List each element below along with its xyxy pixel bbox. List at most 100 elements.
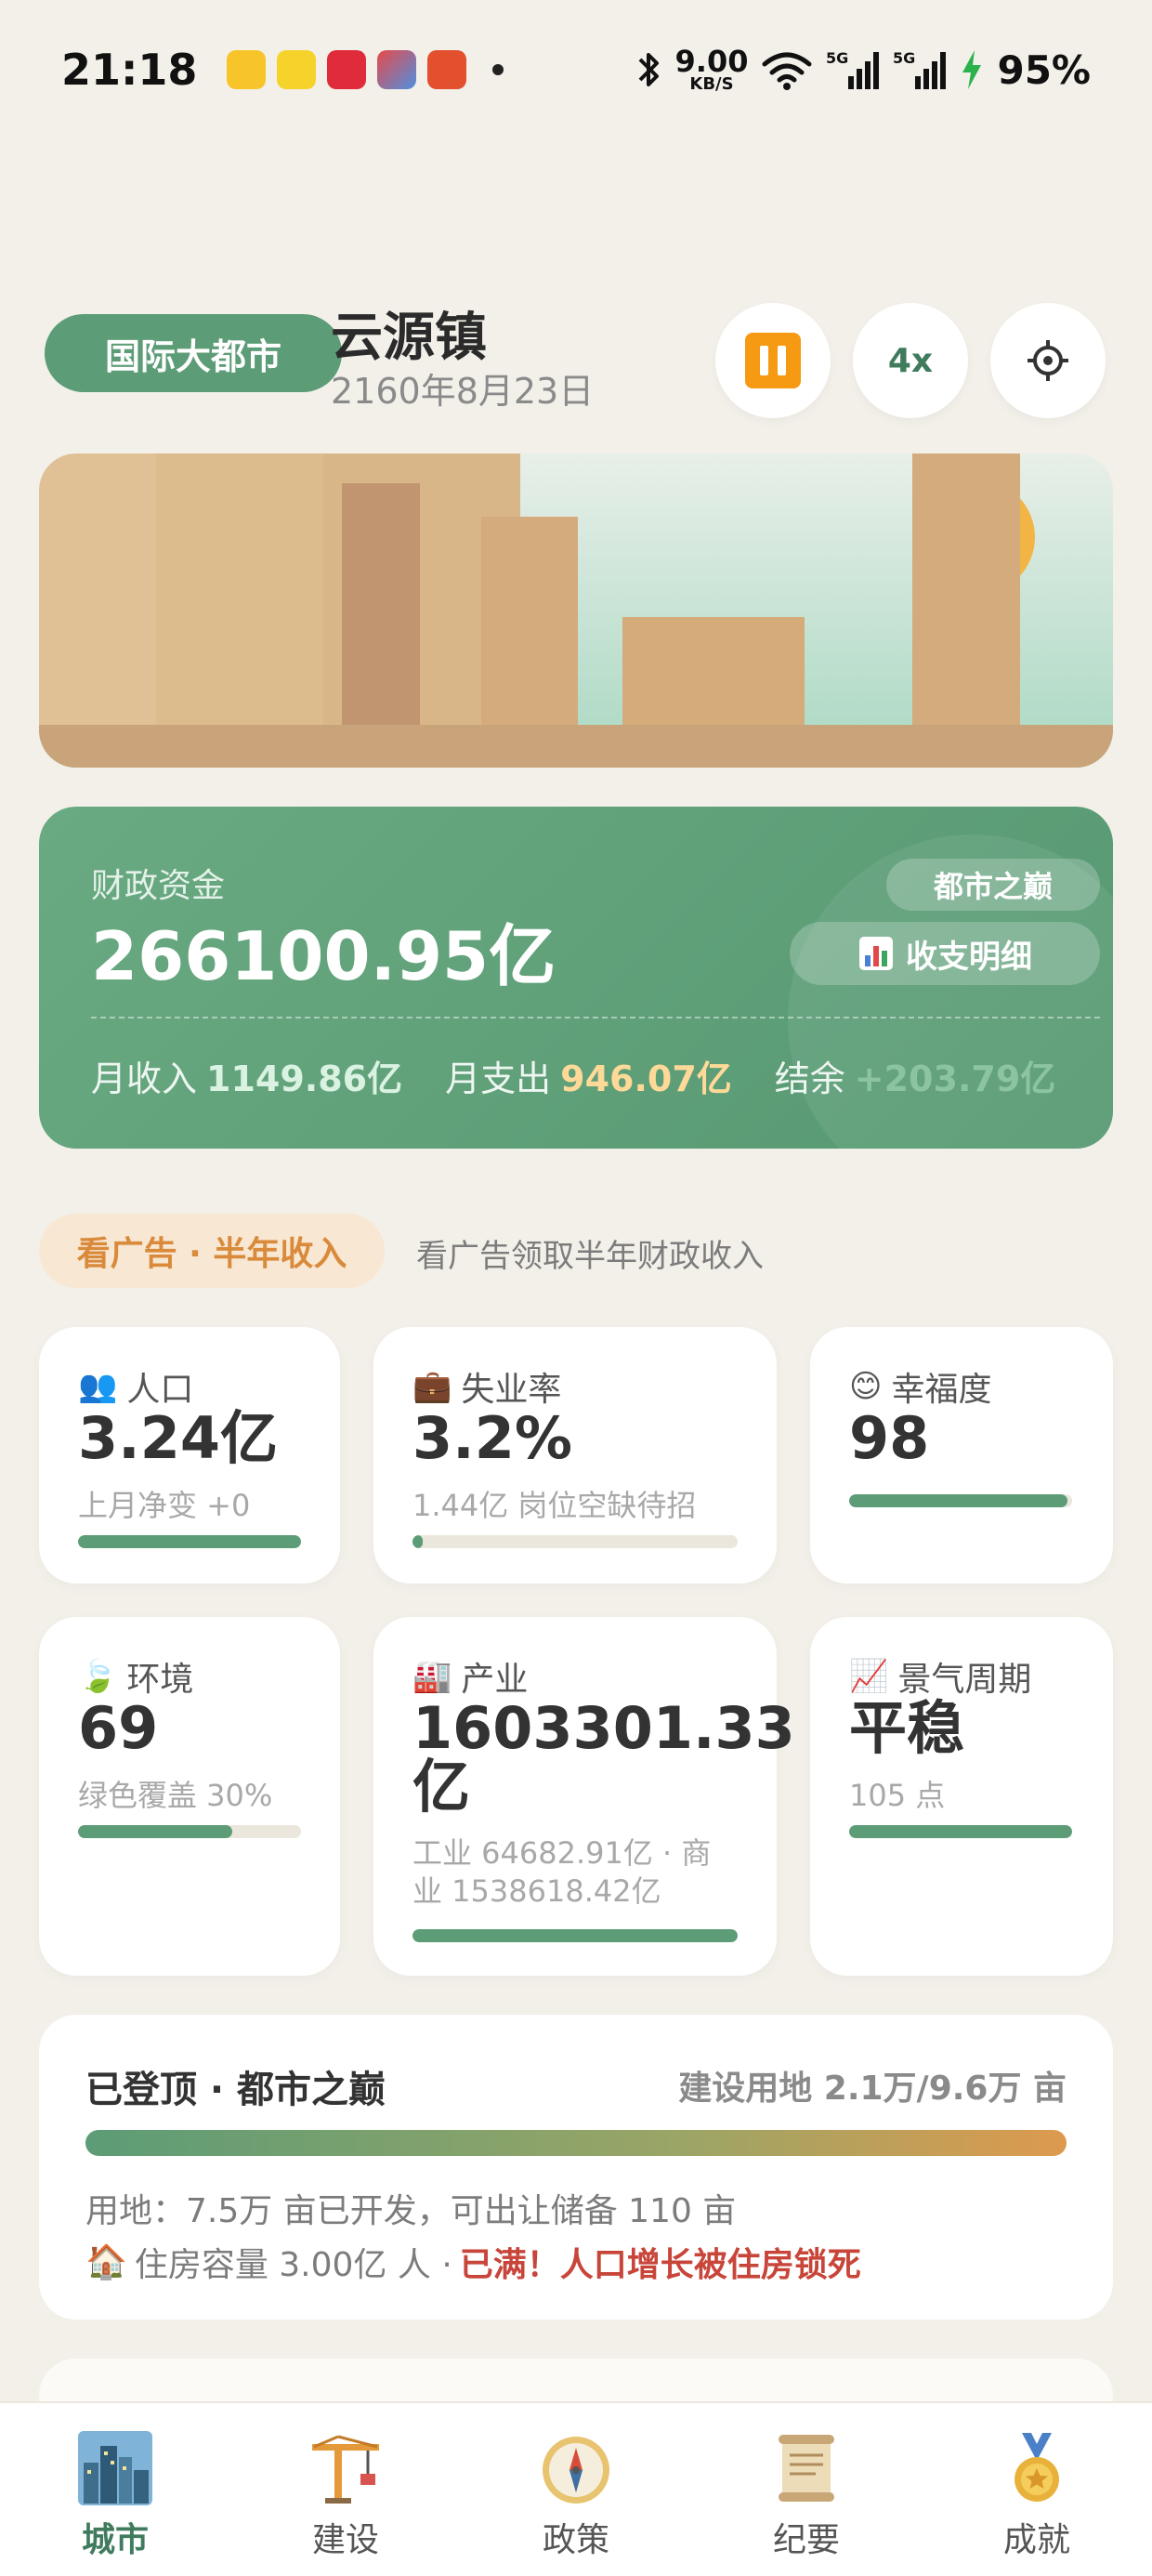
pause-button[interactable] — [715, 303, 831, 418]
housing-full-warning: 已满！人口增长被住房锁死 — [459, 2246, 861, 2284]
happiness-card[interactable]: 😊 幸福度 98 — [810, 1327, 1113, 1584]
housing-capacity-text: 住房容量 3.00亿 人 · — [134, 2246, 452, 2284]
nav-tab-build[interactable]: 建设 — [253, 2429, 439, 2561]
treasury-amount: 266100.95亿 — [91, 917, 556, 995]
economy-progress-fill — [849, 1825, 1072, 1838]
unemployment-value: 3.2% — [412, 1404, 572, 1472]
happiness-progress-fill — [849, 1494, 1068, 1507]
settings-button[interactable] — [990, 303, 1106, 418]
industry-card[interactable]: 🏭 产业 1603301.33 亿 工业 64682.91亿 · 商 业 153… — [373, 1617, 795, 1976]
smile-icon: 😊 — [849, 1368, 883, 1405]
network-speed: 9.00 KB/S — [674, 44, 749, 94]
nav-tab-city[interactable]: 城市 — [22, 2429, 208, 2561]
summit-title: 已登顶 · 都市之巅 — [85, 2069, 386, 2111]
environment-value: 69 — [78, 1694, 159, 1762]
economy-points: 105 点 — [849, 1778, 946, 1813]
charging-icon — [962, 50, 982, 89]
job-vacancies: 1.44亿 岗位空缺待招 — [412, 1488, 697, 1523]
battery-level: 95% — [997, 46, 1091, 93]
nav-label: 城市 — [81, 2521, 149, 2559]
nav-tab-records[interactable]: 纪要 — [713, 2429, 899, 2561]
trend-chart-icon: 📈 — [849, 1658, 889, 1695]
economy-status: 平稳 — [849, 1694, 965, 1762]
environment-card[interactable]: 🍃 环境 69 绿色覆盖 30% — [39, 1617, 340, 1976]
bottom-navigation: 城市 建设 政策 纪要 成就 — [0, 2401, 1152, 2576]
app-notification-icon — [327, 50, 367, 89]
finance-detail-label: 收支明细 — [906, 938, 1032, 976]
unemployment-progress-bar — [412, 1535, 738, 1548]
population-progress-bar — [78, 1535, 301, 1548]
balance-label: 结余 — [774, 1058, 845, 1099]
population-value: 3.24亿 — [78, 1404, 278, 1472]
environment-progress-fill — [78, 1825, 232, 1838]
income-value: 1149.86亿 — [206, 1058, 403, 1099]
nav-label: 建设 — [311, 2521, 379, 2559]
industry-value: 1603301.33 亿 — [412, 1694, 795, 1821]
finance-detail-button[interactable]: 收支明细 — [790, 922, 1100, 985]
nav-tab-policy[interactable]: 政策 — [483, 2429, 669, 2561]
city-tier-badge: 都市之巅 — [886, 859, 1100, 911]
expense-label: 月支出 — [445, 1058, 552, 1099]
expense-value: 946.07亿 — [560, 1058, 732, 1099]
economy-progress-bar — [849, 1825, 1072, 1838]
unemployment-progress-fill — [412, 1535, 424, 1548]
nav-tab-achievements[interactable]: 成就 — [944, 2429, 1130, 2561]
nav-label: 成就 — [1002, 2521, 1070, 2559]
industry-breakdown: 工业 64682.91亿 · 商 业 1538618.42亿 — [412, 1835, 712, 1909]
notification-icons — [227, 50, 504, 89]
crane-icon — [312, 2435, 379, 2504]
more-notifications-dot — [492, 64, 504, 75]
house-icon: 🏠 — [85, 2243, 127, 2281]
city-level-badge[interactable]: 国际大都市 — [45, 314, 342, 392]
briefcase-icon: 💼 — [412, 1368, 452, 1405]
app-notification-icon — [427, 50, 467, 89]
construction-land: 建设用地 2.1万/9.6万 亩 — [678, 2070, 1067, 2108]
people-icon: 👥 — [78, 1368, 118, 1405]
summit-progress-card: 已登顶 · 都市之巅 建设用地 2.1万/9.6万 亩 用地：7.5万 亩已开发… — [39, 2015, 1113, 2320]
population-card[interactable]: 👥 人口 3.24亿 上月净变 +0 — [39, 1327, 340, 1584]
population-progress-fill — [78, 1535, 301, 1548]
scroll-icon — [779, 2435, 834, 2502]
industry-progress-bar — [412, 1929, 738, 1942]
signal-5g-icon: 5G — [826, 49, 880, 89]
green-coverage: 绿色覆盖 30% — [78, 1778, 273, 1813]
svg-text:5G: 5G — [893, 49, 915, 67]
svg-text:5G: 5G — [826, 49, 848, 67]
city-header: 国际大都市 云源镇 2160年8月23日 4x — [41, 296, 1109, 418]
environment-progress-bar — [78, 1825, 301, 1838]
city-icon — [78, 2431, 152, 2505]
game-speed-button[interactable]: 4x — [853, 303, 968, 418]
watch-ad-button[interactable]: 看广告 · 半年收入 — [39, 1214, 385, 1288]
status-bar: 21:18 9.00 KB/S 5G 5G 95% — [0, 0, 1152, 139]
bluetooth-icon — [638, 53, 659, 86]
nav-label: 政策 — [542, 2521, 609, 2559]
economy-cycle-card[interactable]: 📈 景气周期 平稳 105 点 — [810, 1617, 1113, 1976]
app-notification-icon — [277, 50, 317, 89]
population-change: 上月净变 +0 — [78, 1488, 251, 1523]
gear-icon — [1028, 340, 1068, 381]
compass-icon — [543, 2437, 609, 2504]
housing-capacity-info: 🏠 住房容量 3.00亿 人 · 已满！人口增长被住房锁死 — [85, 2238, 861, 2286]
game-date: 2160年8月23日 — [331, 371, 595, 412]
pause-icon — [745, 333, 801, 388]
finance-label: 财政资金 — [91, 867, 226, 905]
leaf-icon: 🍃 — [78, 1658, 118, 1695]
summit-progress-bar — [85, 2130, 1067, 2156]
app-notification-icon — [377, 50, 417, 89]
industry-progress-fill — [412, 1929, 738, 1942]
unemployment-card[interactable]: 💼 失业率 3.2% 1.44亿 岗位空缺待招 — [373, 1327, 777, 1584]
monthly-summary: 月收入 1149.86亿 月支出 946.07亿 结余 +203.79亿 — [91, 1050, 1055, 1101]
land-usage-info: 用地：7.5万 亩已开发，可出让储备 110 亩 — [85, 2192, 737, 2230]
balance-value: +203.79亿 — [854, 1058, 1056, 1099]
ad-description: 看广告领取半年财政收入 — [416, 1238, 764, 1275]
city-skyline-banner — [39, 453, 1113, 768]
signal-5g-icon: 5G — [893, 49, 947, 89]
city-name: 云源镇 — [331, 308, 487, 368]
bar-chart-icon — [859, 937, 893, 970]
app-notification-icon — [227, 50, 267, 89]
finance-card: 财政资金 266100.95亿 都市之巅 收支明细 月收入 1149.86亿 月… — [39, 807, 1113, 1149]
income-label: 月收入 — [91, 1058, 198, 1099]
happiness-progress-bar — [849, 1494, 1072, 1507]
medal-icon — [1015, 2433, 1059, 2502]
factory-icon: 🏭 — [412, 1658, 452, 1695]
